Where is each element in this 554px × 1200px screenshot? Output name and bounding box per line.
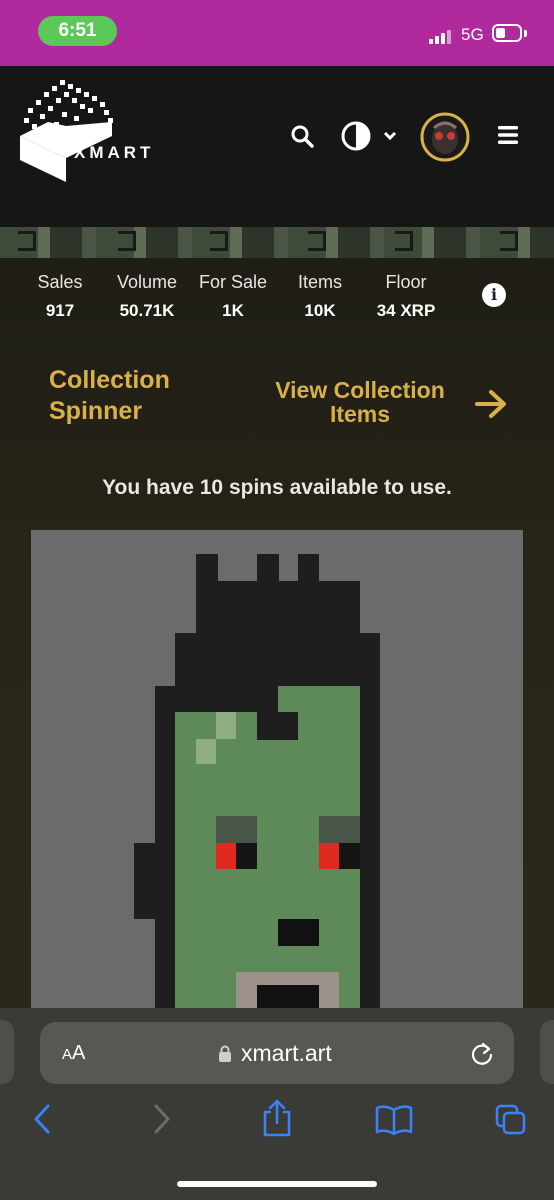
clock: 6:51	[38, 16, 117, 46]
stat-value: 1K	[222, 301, 244, 320]
page-title-line: Spinner	[49, 397, 143, 425]
lock-icon	[219, 1045, 231, 1062]
stat-label: Items	[297, 272, 342, 292]
home-indicator[interactable]	[177, 1181, 377, 1187]
forward-icon[interactable]	[150, 1102, 174, 1136]
view-link-line: Items	[329, 401, 391, 427]
previous-tab-preview[interactable]	[0, 1020, 14, 1084]
stat-floor: Floor 34 XRP	[361, 272, 451, 321]
stat-items: Items 10K	[280, 272, 360, 321]
back-icon[interactable]	[30, 1102, 54, 1136]
share-icon[interactable]	[260, 1098, 294, 1138]
reload-icon[interactable]	[470, 1040, 494, 1066]
xmart-logo-icon[interactable]	[18, 78, 158, 183]
page-title: Collection Spinner	[49, 365, 170, 427]
stat-label: Volume	[116, 272, 178, 292]
url-text: xmart.art	[241, 1040, 332, 1066]
stat-label: Floor	[385, 272, 427, 292]
avatar[interactable]	[420, 112, 470, 162]
stat-volume: Volume 50.71K	[107, 272, 187, 321]
stat-value: 34 XRP	[376, 301, 436, 320]
page-title-line: Collection	[49, 366, 170, 394]
stat-label: For Sale	[198, 272, 268, 292]
stat-value: 917	[45, 301, 75, 320]
nft-pixel-art	[31, 530, 523, 1008]
logo-wordmark: XMART	[74, 143, 155, 162]
arrow-right-icon[interactable]	[474, 388, 508, 420]
stat-value: 50.71K	[119, 301, 175, 320]
search-icon[interactable]	[288, 122, 316, 150]
network-type: 5G	[461, 25, 484, 44]
text-size-button[interactable]: AA	[62, 1042, 85, 1065]
nft-image[interactable]	[31, 530, 523, 1008]
menu-icon[interactable]	[494, 122, 522, 148]
view-link-line: View Collection	[275, 377, 445, 403]
stat-value: 10K	[304, 301, 336, 320]
stat-label: Sales	[37, 272, 83, 292]
battery-tip	[524, 30, 527, 37]
chevron-down-icon[interactable]	[380, 126, 400, 146]
spins-available-text: You have 10 spins available to use.	[102, 476, 452, 499]
stat-for-sale: For Sale 1K	[193, 272, 273, 321]
tabs-icon[interactable]	[494, 1103, 528, 1137]
theme-contrast-icon[interactable]	[340, 120, 372, 152]
collection-banner	[0, 227, 554, 258]
view-collection-items-link[interactable]: View Collection Items	[258, 378, 462, 426]
info-icon[interactable]: i	[482, 283, 506, 307]
bookmarks-icon[interactable]	[374, 1104, 414, 1136]
next-tab-preview[interactable]	[540, 1020, 554, 1084]
signal-icon	[429, 28, 455, 44]
stat-sales: Sales 917	[20, 272, 100, 321]
battery-icon	[492, 24, 522, 42]
